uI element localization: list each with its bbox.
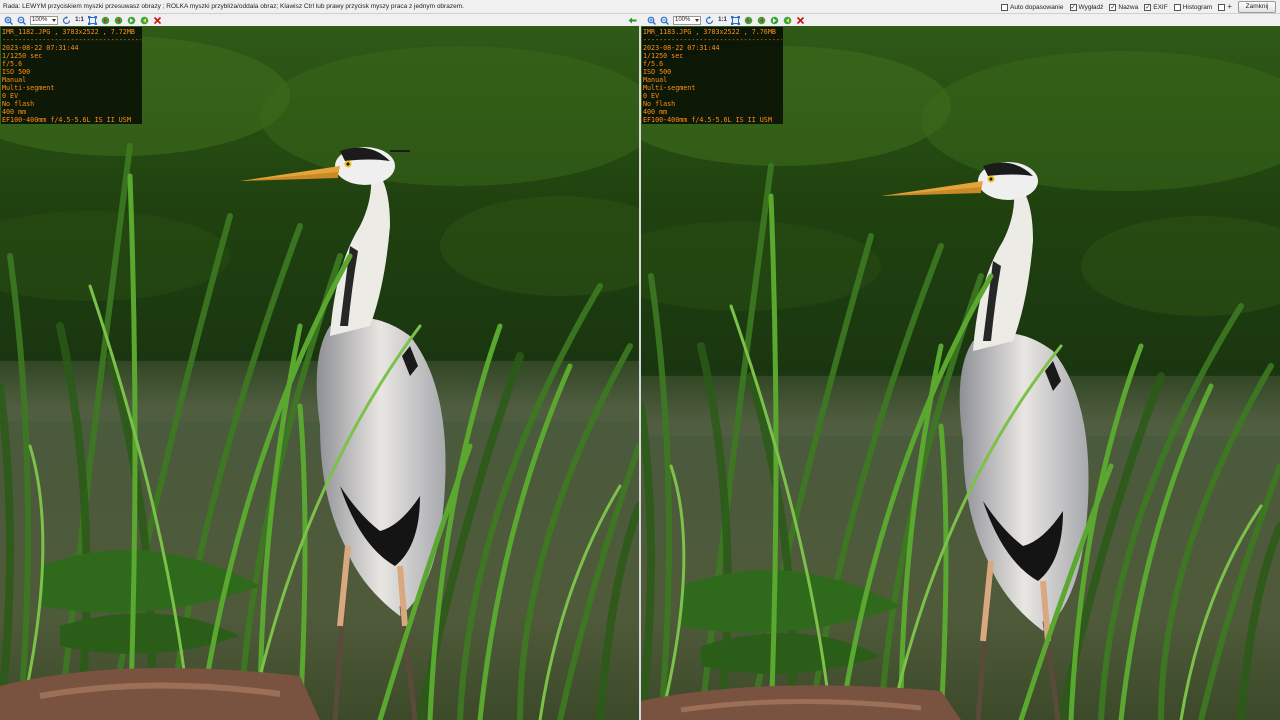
rotate-left-icon[interactable] <box>101 16 110 25</box>
exif-metering: Multi-segment <box>2 84 55 92</box>
one-to-one-button[interactable]: 1:1 <box>718 16 727 25</box>
name-label: Nazwa <box>1118 3 1139 11</box>
auto-fit-option[interactable]: Auto dopasowanie <box>1001 3 1064 11</box>
auto-fit-label: Auto dopasowanie <box>1010 3 1064 11</box>
exif-shutter: 1/1250 sec <box>2 52 43 60</box>
exif-separator: ----------------------------------------… <box>2 36 141 44</box>
zoom-out-icon[interactable] <box>660 16 669 25</box>
refresh-icon[interactable] <box>62 15 71 25</box>
top-bar: Rada: LEWYM przyciskiem myszki przesuwas… <box>0 0 1280 14</box>
close-button[interactable]: Zamknij <box>1238 1 1276 13</box>
zoom-out-icon[interactable] <box>17 16 26 25</box>
exif-iso: ISO 500 <box>2 68 31 76</box>
plus-label: + <box>1227 2 1232 11</box>
histogram-option[interactable]: Histogram <box>1173 3 1213 11</box>
exif-ev: 0 EV <box>643 92 660 100</box>
next-icon[interactable] <box>140 16 149 25</box>
exif-flash: No flash <box>2 100 35 108</box>
rotate-left-icon[interactable] <box>744 16 753 25</box>
file-info: IMR_1182.JPG , 3783x2522 , 7.72MB <box>2 28 135 36</box>
exif-focal: 400 mm <box>643 108 668 116</box>
options-bar: Auto dopasowanie ✓ Wygładź ✓ Nazwa ✓ EXI… <box>1001 1 1232 13</box>
zoom-in-icon[interactable] <box>647 16 656 25</box>
extra-option[interactable]: + <box>1218 3 1232 11</box>
prev-icon[interactable] <box>127 16 136 25</box>
exif-aperture: f/5.6 <box>643 60 664 68</box>
exif-label: EXIF <box>1153 3 1168 11</box>
extra-checkbox[interactable] <box>1218 3 1226 11</box>
name-option[interactable]: ✓ Nazwa <box>1109 3 1139 11</box>
exif-checkbox[interactable]: ✓ <box>1144 3 1152 11</box>
rotate-right-icon[interactable] <box>757 16 766 25</box>
exif-shutter: 1/1250 sec <box>643 52 684 60</box>
exif-mode: Manual <box>643 76 668 84</box>
zoom-select[interactable]: 100% <box>30 15 58 25</box>
fit-icon[interactable] <box>731 15 740 25</box>
exif-overlay: IMR_1182.JPG , 3783x2522 , 7.72MB ------… <box>1 27 142 124</box>
auto-fit-checkbox[interactable] <box>1001 3 1008 11</box>
histogram-label: Histogram <box>1182 3 1213 11</box>
exif-option[interactable]: ✓ EXIF <box>1144 3 1168 11</box>
right-toolbar: 100% 1:1 <box>628 15 805 25</box>
one-to-one-button[interactable]: 1:1 <box>75 16 84 25</box>
exif-separator: ----------------------------------------… <box>643 36 782 44</box>
exif-metering: Multi-segment <box>643 84 696 92</box>
exif-datetime: 2023-08-22 07:31:44 <box>2 44 79 52</box>
smooth-checkbox[interactable]: ✓ <box>1069 3 1077 11</box>
histogram-checkbox[interactable] <box>1173 3 1181 11</box>
zoom-in-icon[interactable] <box>4 16 13 25</box>
exif-overlay: IMR_1183.JPG , 3783x2522 , 7.76MB ------… <box>642 27 783 124</box>
delete-icon[interactable] <box>153 16 162 25</box>
refresh-icon[interactable] <box>705 15 714 25</box>
right-photo[interactable] <box>641 26 1280 720</box>
left-toolbar: 100% 1:1 <box>4 15 162 25</box>
fit-icon[interactable] <box>88 15 97 25</box>
smooth-label: Wygładź <box>1078 3 1104 11</box>
rotate-right-icon[interactable] <box>114 16 123 25</box>
exif-focal: 400 mm <box>2 108 27 116</box>
exif-iso: ISO 500 <box>643 68 672 76</box>
smooth-option[interactable]: ✓ Wygładź <box>1069 3 1104 11</box>
exif-datetime: 2023-08-22 07:31:44 <box>643 44 720 52</box>
right-image-pane[interactable]: IMR_1183.JPG , 3783x2522 , 7.76MB ------… <box>641 26 1280 720</box>
exif-ev: 0 EV <box>2 92 19 100</box>
exif-lens: EF100-400mm f/4.5-5.6L IS II USM <box>2 116 131 124</box>
exif-lens: EF100-400mm f/4.5-5.6L IS II USM <box>643 116 772 124</box>
swap-arrow-icon[interactable] <box>628 16 637 25</box>
left-image-pane[interactable]: IMR_1182.JPG , 3783x2522 , 7.72MB ------… <box>0 26 639 720</box>
prev-icon[interactable] <box>770 16 779 25</box>
name-checkbox[interactable]: ✓ <box>1109 3 1117 11</box>
file-info: IMR_1183.JPG , 3783x2522 , 7.76MB <box>643 28 776 36</box>
exif-mode: Manual <box>2 76 27 84</box>
exif-flash: No flash <box>643 100 676 108</box>
next-icon[interactable] <box>783 16 792 25</box>
usage-hint: Rada: LEWYM przyciskiem myszki przesuwas… <box>3 3 464 10</box>
delete-icon[interactable] <box>796 16 805 25</box>
exif-aperture: f/5.6 <box>2 60 23 68</box>
zoom-select[interactable]: 100% <box>673 15 701 25</box>
left-photo[interactable] <box>0 26 639 720</box>
